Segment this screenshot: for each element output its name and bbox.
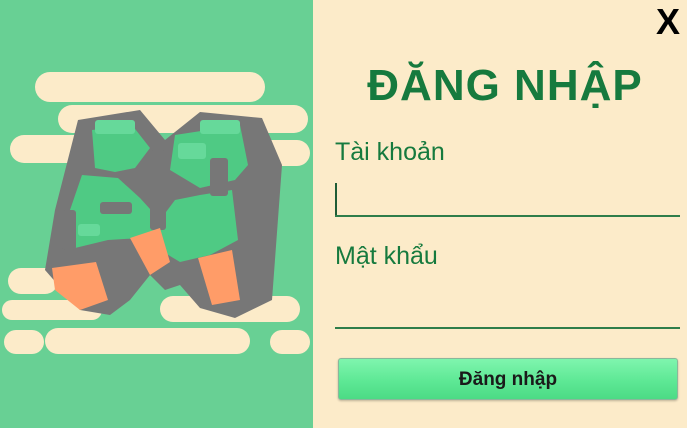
logo-panel [0, 0, 313, 428]
password-label: Mật khẩu [335, 242, 438, 270]
login-button[interactable]: Đăng nhập [338, 358, 678, 400]
password-input[interactable] [335, 293, 680, 329]
page-title: ĐĂNG NHẬP [367, 61, 643, 110]
username-label: Tài khoản [335, 138, 445, 166]
close-button[interactable]: X [651, 2, 685, 42]
login-window: X ĐĂNG NHẬP Tài khoản Mật khẩu Đăng nhập [0, 0, 687, 428]
minecraft-launcher-logo-icon [2, 72, 310, 354]
username-input[interactable] [335, 181, 680, 217]
text-caret [335, 183, 337, 215]
